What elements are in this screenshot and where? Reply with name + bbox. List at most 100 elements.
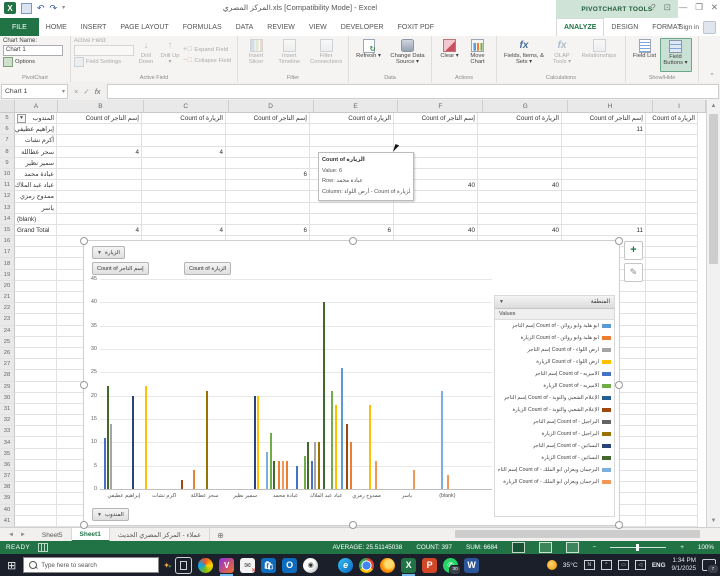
pivot-chart[interactable]: ▼ الزيارة Count of إسم التاجر Count of ا…: [83, 240, 620, 526]
cell-H7[interactable]: [562, 135, 646, 146]
chart-bar[interactable]: [369, 405, 371, 489]
chart-bar[interactable]: [296, 466, 298, 489]
cell-B15[interactable]: 4: [57, 225, 142, 236]
row-header-32[interactable]: 32: [0, 415, 15, 426]
cell-B6[interactable]: [57, 124, 142, 135]
enter-icon[interactable]: ✓: [83, 87, 89, 96]
options-button[interactable]: Options: [3, 57, 67, 67]
cell-A28[interactable]: [15, 370, 57, 381]
cell-F15[interactable]: 40: [394, 225, 478, 236]
cell-A36[interactable]: [15, 460, 57, 471]
cell-H14[interactable]: [562, 214, 646, 225]
row-header-28[interactable]: 28: [0, 370, 15, 381]
column-header-G[interactable]: G: [483, 100, 568, 112]
chart-bar[interactable]: [257, 396, 259, 489]
cell-I32[interactable]: [646, 415, 698, 426]
row-header-7[interactable]: 7: [0, 135, 15, 146]
cell-I17[interactable]: [646, 247, 698, 258]
chart-bar[interactable]: [254, 396, 256, 489]
chart-styles-button[interactable]: ✎: [624, 263, 643, 282]
formula-input[interactable]: [107, 84, 719, 99]
task-view-icon[interactable]: [175, 557, 192, 574]
scroll-down-icon[interactable]: ▼: [707, 515, 720, 527]
row-header-22[interactable]: 22: [0, 303, 15, 314]
cell-D12[interactable]: [226, 191, 310, 202]
cell-B11[interactable]: [57, 180, 142, 191]
cell-G7[interactable]: [478, 135, 562, 146]
copilot-icon[interactable]: [198, 558, 213, 573]
insert-slicer-button[interactable]: Insert Slicer: [241, 38, 271, 72]
row-header-21[interactable]: 21: [0, 292, 15, 303]
cell-G14[interactable]: [478, 214, 562, 225]
cell-D15[interactable]: 6: [226, 225, 310, 236]
column-header-A[interactable]: A: [15, 100, 58, 112]
cell-I26[interactable]: [646, 348, 698, 359]
cell-C15[interactable]: 4: [142, 225, 226, 236]
cell-A30[interactable]: [15, 393, 57, 404]
chart-handle[interactable]: [80, 237, 88, 245]
edge-icon[interactable]: e: [338, 558, 353, 573]
cell-H11[interactable]: [562, 180, 646, 191]
tab-formulas[interactable]: FORMULAS: [176, 18, 229, 36]
cell-C5[interactable]: Count of الزيارة: [142, 113, 226, 124]
select-all-corner[interactable]: [0, 100, 15, 112]
whatsapp-icon[interactable]: ✆30: [443, 558, 458, 573]
chart-bar[interactable]: [335, 405, 337, 489]
cell-C6[interactable]: [142, 124, 226, 135]
cell-A32[interactable]: [15, 415, 57, 426]
row-header-30[interactable]: 30: [0, 393, 15, 404]
chart-bar[interactable]: [441, 391, 443, 489]
name-box-dropdown-icon[interactable]: ▾: [62, 88, 67, 95]
cell-A38[interactable]: [15, 482, 57, 493]
cell-E15[interactable]: 6: [310, 225, 394, 236]
undo-icon[interactable]: ↶: [37, 4, 45, 13]
cell-C7[interactable]: [142, 135, 226, 146]
row-header-38[interactable]: 38: [0, 482, 15, 493]
row-header-6[interactable]: 6: [0, 124, 15, 135]
show-hidden-icons[interactable]: ^: [601, 560, 612, 570]
cell-C14[interactable]: [142, 214, 226, 225]
cell-C13[interactable]: [142, 203, 226, 214]
taskbar-search[interactable]: Type here to search: [23, 557, 159, 573]
cell-I31[interactable]: [646, 404, 698, 415]
new-sheet-button[interactable]: ⊕: [210, 528, 231, 542]
cell-A26[interactable]: [15, 348, 57, 359]
save-icon[interactable]: [21, 3, 32, 14]
cell-A13[interactable]: ياسر: [15, 203, 57, 214]
zoom-level[interactable]: 100%: [698, 544, 714, 551]
cell-E14[interactable]: [310, 214, 394, 225]
row-header-17[interactable]: 17: [0, 247, 15, 258]
cell-I37[interactable]: [646, 471, 698, 482]
cell-A40[interactable]: [15, 505, 57, 516]
legend-entry[interactable]: أبو هلبة وأبو روائن - Count of إسم التاج…: [495, 320, 614, 332]
chart-handle[interactable]: [80, 521, 88, 529]
row-header-36[interactable]: 36: [0, 460, 15, 471]
tab-file[interactable]: FILE: [0, 18, 39, 36]
legend-entry[interactable]: البرجمان ويعزلن أبو الملك - Count of الز…: [495, 476, 614, 488]
cell-A7[interactable]: أكرم نشات: [15, 135, 57, 146]
cell-C8[interactable]: 4: [142, 147, 226, 158]
tab-data[interactable]: DATA: [229, 18, 261, 36]
powerpoint-icon[interactable]: P: [422, 558, 437, 573]
cell-I10[interactable]: [646, 169, 698, 180]
tab-home[interactable]: HOME: [39, 18, 74, 36]
clock[interactable]: 1:34 PM 9/1/2025: [671, 557, 696, 573]
chart-bar[interactable]: [447, 475, 449, 489]
relationships-button[interactable]: Relationships: [579, 38, 619, 72]
firefox-icon[interactable]: [380, 558, 395, 573]
chart-bar[interactable]: [304, 456, 306, 489]
cell-A33[interactable]: [15, 426, 57, 437]
cell-B13[interactable]: [57, 203, 142, 214]
column-header-E[interactable]: E: [314, 100, 399, 112]
chart-legend[interactable]: المنطقة ▼ Values أبو هلبة وأبو روائن - C…: [494, 295, 615, 517]
cell-A18[interactable]: [15, 258, 57, 269]
chart-handle[interactable]: [349, 237, 357, 245]
row-header-9[interactable]: 9: [0, 158, 15, 169]
cell-F7[interactable]: [394, 135, 478, 146]
cell-I7[interactable]: [646, 135, 698, 146]
zoom-in-icon[interactable]: +: [680, 544, 684, 551]
vertical-scrollbar[interactable]: ▲ ▼: [706, 100, 720, 527]
cell-I13[interactable]: [646, 203, 698, 214]
refresh-button[interactable]: Refresh ▾: [353, 38, 385, 72]
chart-bar[interactable]: [270, 433, 272, 489]
